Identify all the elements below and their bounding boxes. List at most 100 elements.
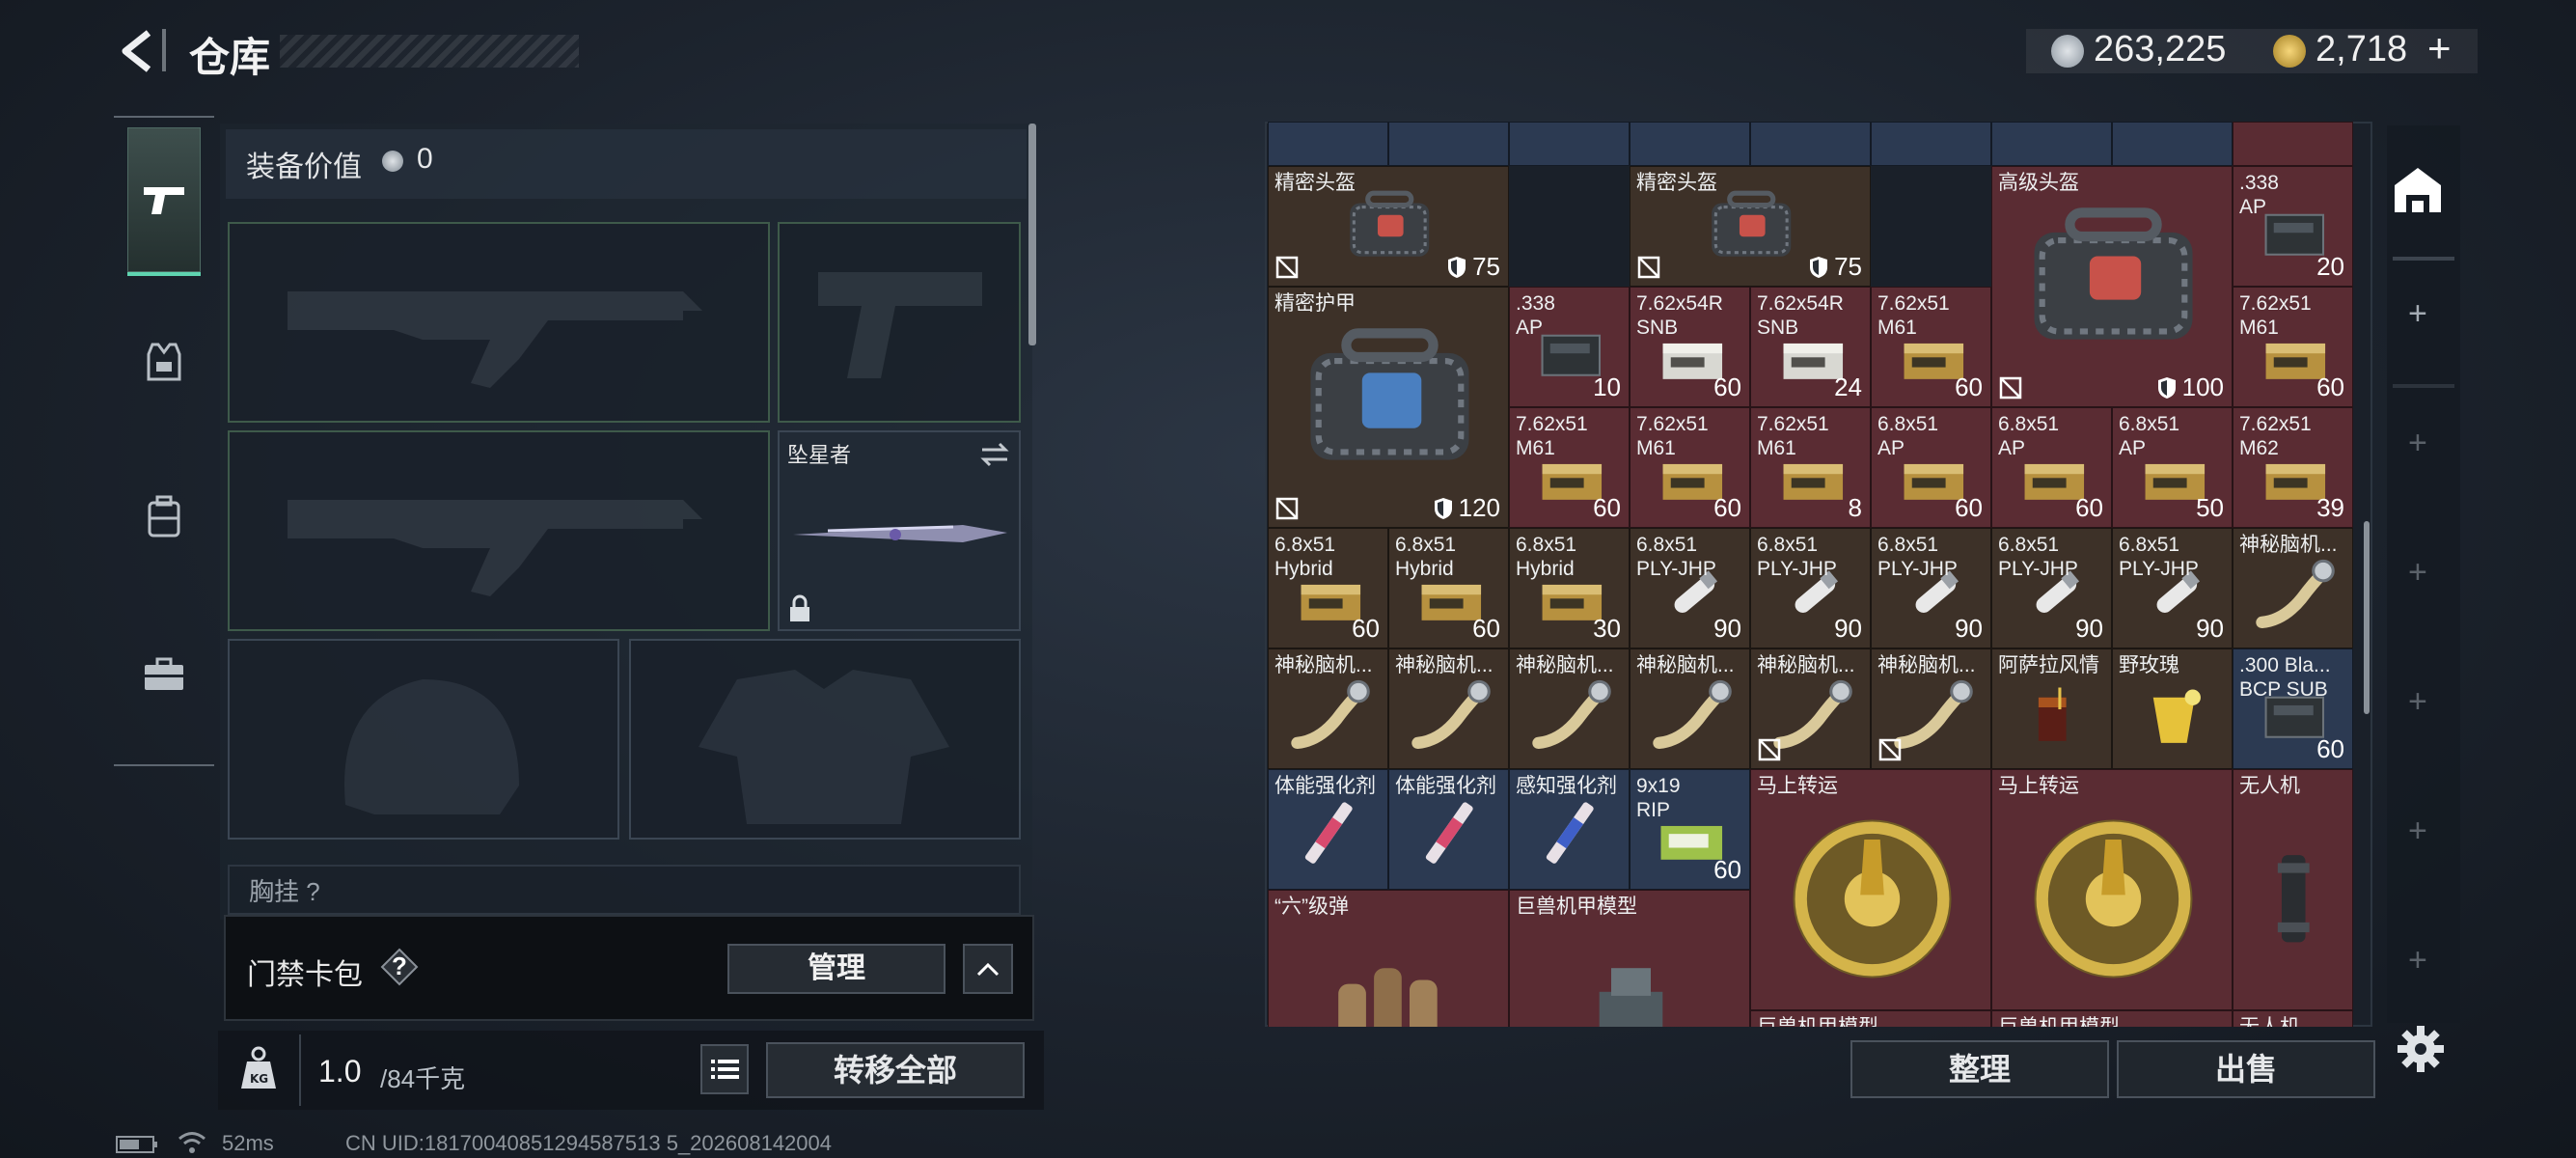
primary-weapon-slot-2[interactable] — [228, 430, 770, 631]
stash-item[interactable]: 9x19 RIP 60 — [1630, 769, 1750, 890]
stash-item[interactable]: 无人机 — [2233, 769, 2353, 1010]
stash-item[interactable]: 7.62x51 M61 60 — [2233, 287, 2353, 407]
stash-scrollbar[interactable] — [2364, 521, 2370, 714]
add-page-icon[interactable]: + — [2408, 295, 2427, 333]
stash-item-partial[interactable] — [1871, 122, 1991, 166]
stash-item[interactable]: 神秘脑机... — [1750, 648, 1871, 769]
stash-item[interactable]: 6.8x51 Hybrid 60 — [1388, 528, 1509, 648]
warehouse-icon[interactable] — [2389, 160, 2447, 218]
loadout-scrollbar[interactable] — [1028, 124, 1036, 345]
item-name: 野玫瑰 — [2119, 654, 2179, 676]
helmet-slot[interactable] — [228, 639, 619, 840]
bag-icon — [1712, 190, 1791, 258]
item-quantity: 24 — [1834, 372, 1862, 401]
stash-item-partial[interactable] — [1509, 122, 1630, 166]
stash-item[interactable]: 6.8x51 AP 60 — [1991, 407, 2112, 528]
stash-item[interactable]: 6.8x51 PLY-JHP 90 — [1630, 528, 1750, 648]
stash-item-partial[interactable] — [1750, 122, 1871, 166]
drone-icon — [2278, 854, 2310, 943]
item-quantity: 60 — [2316, 372, 2344, 401]
stash-item[interactable]: 7.62x51 M62 39 — [2233, 407, 2353, 528]
stash-item[interactable]: 精密头盔 75 — [1630, 166, 1871, 287]
sell-button[interactable]: 出售 — [2117, 1040, 2375, 1098]
stash-item[interactable]: 巨兽机甲模型 — [1509, 890, 1750, 1027]
add-page-icon[interactable]: + — [2408, 683, 2427, 721]
list-view-button[interactable] — [700, 1044, 749, 1094]
stash-item[interactable]: .338 AP 10 — [1509, 287, 1630, 407]
stash-item[interactable]: 7.62x51 M61 8 — [1750, 407, 1871, 528]
stash-item[interactable]: 马上转运 — [1750, 769, 1991, 1010]
help-icon[interactable]: ? — [380, 948, 419, 986]
collapse-button[interactable] — [963, 944, 1013, 994]
stash-item[interactable]: 神秘脑机... — [1630, 648, 1750, 769]
stash-item-partial[interactable] — [1388, 122, 1509, 166]
swap-icon[interactable] — [978, 440, 1011, 469]
add-page-icon[interactable]: + — [2408, 813, 2427, 850]
stash-item[interactable]: .300 Bla... BCP SUB 60 — [2233, 648, 2353, 769]
tab-weapons[interactable] — [127, 127, 201, 276]
stash-item-partial[interactable] — [1268, 122, 1388, 166]
stash-item-partial[interactable] — [2233, 122, 2353, 166]
stash-item[interactable]: 7.62x51 M61 60 — [1630, 407, 1750, 528]
stash-item[interactable]: 6.8x51 PLY-JHP 90 — [2112, 528, 2233, 648]
stash-item[interactable]: 6.8x51 PLY-JHP 90 — [1871, 528, 1991, 648]
stash-item[interactable]: 7.62x54R SNB 24 — [1750, 287, 1871, 407]
stash-item[interactable]: 马上转运 — [1991, 769, 2233, 1010]
stash-item[interactable]: 阿萨拉风情 — [1991, 648, 2112, 769]
tab-armor[interactable] — [127, 290, 201, 434]
add-page-icon[interactable]: + — [2408, 942, 2427, 979]
stash-item[interactable]: 6.8x51 AP 50 — [2112, 407, 2233, 528]
manage-button[interactable]: 管理 — [727, 944, 945, 994]
stash-item[interactable]: 高级头盔 100 — [1991, 166, 2233, 407]
stash-item[interactable]: 精密护甲 120 — [1268, 287, 1509, 528]
stash-item[interactable]: 精密头盔 75 — [1268, 166, 1509, 287]
stash-item[interactable]: 6.8x51 Hybrid 60 — [1268, 528, 1388, 648]
stash-item[interactable]: 神秘脑机... — [1871, 648, 1991, 769]
armor-number: 75 — [1472, 252, 1500, 281]
transfer-all-button[interactable]: 转移全部 — [766, 1042, 1025, 1098]
back-arrow-icon[interactable] — [114, 27, 162, 75]
chest-rig-slot[interactable] — [228, 865, 1021, 915]
add-page-icon[interactable]: + — [2408, 425, 2427, 462]
add-page-icon[interactable]: + — [2408, 554, 2427, 592]
stash-item-partial[interactable] — [2112, 122, 2233, 166]
stash-item[interactable]: 神秘脑机... — [1268, 648, 1388, 769]
stash-item[interactable]: “六”级弹 — [1268, 890, 1509, 1027]
stash-item[interactable]: 巨兽机甲模型 — [1991, 1010, 2233, 1027]
settings-gear-icon[interactable] — [2395, 1023, 2447, 1075]
stash-item[interactable]: 无人机 — [2233, 1010, 2353, 1027]
stash-item[interactable]: 6.8x51 AP 60 — [1871, 407, 1991, 528]
add-currency-button[interactable]: + — [2427, 25, 2452, 71]
armor-slot[interactable] — [629, 639, 1021, 840]
stash-item[interactable]: 野玫瑰 — [2112, 648, 2233, 769]
equip-value: 0 — [417, 143, 433, 175]
sort-button[interactable]: 整理 — [1850, 1040, 2109, 1098]
melee-name: 坠星者 — [787, 443, 852, 467]
no-trade-icon — [1878, 738, 1902, 761]
stash-item[interactable]: 7.62x54R SNB 60 — [1630, 287, 1750, 407]
melee-slot[interactable]: 坠星者 — [778, 430, 1021, 631]
tab-case[interactable] — [127, 602, 201, 747]
stash-item[interactable]: 神秘脑机... — [2233, 528, 2353, 648]
stash-item[interactable]: 6.8x51 PLY-JHP 90 — [1750, 528, 1871, 648]
syringe-icon — [1426, 802, 1473, 865]
stash-item-partial[interactable] — [1630, 122, 1750, 166]
stash-item[interactable]: 6.8x51 Hybrid 30 — [1509, 528, 1630, 648]
stash-item[interactable]: 巨兽机甲模型 — [1750, 1010, 1991, 1027]
stash-item[interactable]: 神秘脑机... — [1509, 648, 1630, 769]
stash-item[interactable]: 体能强化剂 — [1268, 769, 1388, 890]
stash-item[interactable]: 7.62x51 M61 60 — [1509, 407, 1630, 528]
stash-item[interactable]: 感知强化剂 — [1509, 769, 1630, 890]
item-name: 7.62x51 M61 — [1757, 413, 1829, 459]
stash-item-partial[interactable] — [1991, 122, 2112, 166]
item-name: 阿萨拉风情 — [1998, 654, 2099, 676]
stash-item[interactable]: .338 AP 20 — [2233, 166, 2353, 287]
primary-weapon-slot[interactable] — [228, 222, 770, 423]
tab-backpack[interactable] — [127, 444, 201, 589]
horn-icon — [1653, 680, 1733, 750]
stash-item[interactable]: 体能强化剂 — [1388, 769, 1509, 890]
stash-item[interactable]: 神秘脑机... — [1388, 648, 1509, 769]
stash-item[interactable]: 7.62x51 M61 60 — [1871, 287, 1991, 407]
stash-item[interactable]: 6.8x51 PLY-JHP 90 — [1991, 528, 2112, 648]
secondary-weapon-slot[interactable] — [778, 222, 1021, 423]
